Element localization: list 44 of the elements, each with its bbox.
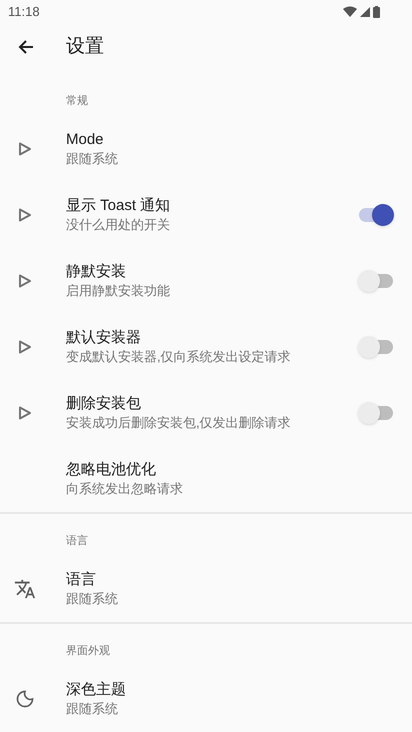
setting-summary: 跟随系统 [66,150,119,168]
wifi-icon [343,6,357,17]
setting-title: 默认安装器 [66,328,142,348]
battery-icon [373,6,380,18]
setting-summary: 跟随系统 [66,700,119,718]
setting-title: 静默安装 [66,262,127,282]
settings-row[interactable]: 语言 跟随系统 [0,556,412,622]
section-header: 界面外观 [66,644,110,659]
setting-summary: 启用静默安装功能 [66,282,171,300]
status-time: 11:18 [8,2,40,21]
settings-row[interactable]: Mode 跟随系统 [0,116,412,182]
toggle-switch[interactable] [358,402,394,424]
section-header: 语言 [66,534,88,549]
signal-icon [360,6,370,16]
play-icon [18,274,32,288]
setting-summary: 安装成功后删除安装包,仅发出删除请求 [66,414,292,432]
toggle-switch[interactable] [358,336,394,358]
toggle-switch[interactable] [358,204,394,226]
settings-row[interactable]: 默认安装器 变成默认安装器,仅向系统发出设定请求 [0,314,412,380]
settings-row[interactable]: 深色主题 跟随系统 [0,666,412,732]
settings-row[interactable]: 显示 Toast 通知 没什么用处的开关 [0,182,412,248]
play-icon [18,406,32,420]
back-arrow-icon [18,39,34,55]
play-icon [18,142,32,156]
page-title: 设置 [66,34,104,59]
setting-summary: 变成默认安装器,仅向系统发出设定请求 [66,348,292,366]
section-header: 常规 [66,94,88,109]
setting-summary: 跟随系统 [66,590,119,608]
setting-title: 深色主题 [66,680,127,700]
setting-title: 语言 [66,570,97,590]
play-icon [18,208,32,222]
setting-summary: 向系统发出忽略请求 [66,480,184,498]
setting-title: 忽略电池优化 [66,460,157,480]
setting-summary: 没什么用处的开关 [66,216,171,234]
toggle-switch[interactable] [358,270,394,292]
setting-title: 显示 Toast 通知 [66,196,172,216]
setting-title: Mode [66,130,105,150]
settings-row[interactable]: 静默安装 启用静默安装功能 [0,248,412,314]
settings-row[interactable]: 忽略电池优化 向系统发出忽略请求 [0,446,412,512]
settings-row[interactable]: 删除安装包 安装成功后删除安装包,仅发出删除请求 [0,380,412,446]
setting-title: 删除安装包 [66,394,142,414]
translate-icon [14,578,36,600]
play-icon [18,340,32,354]
moon-icon [15,689,35,709]
